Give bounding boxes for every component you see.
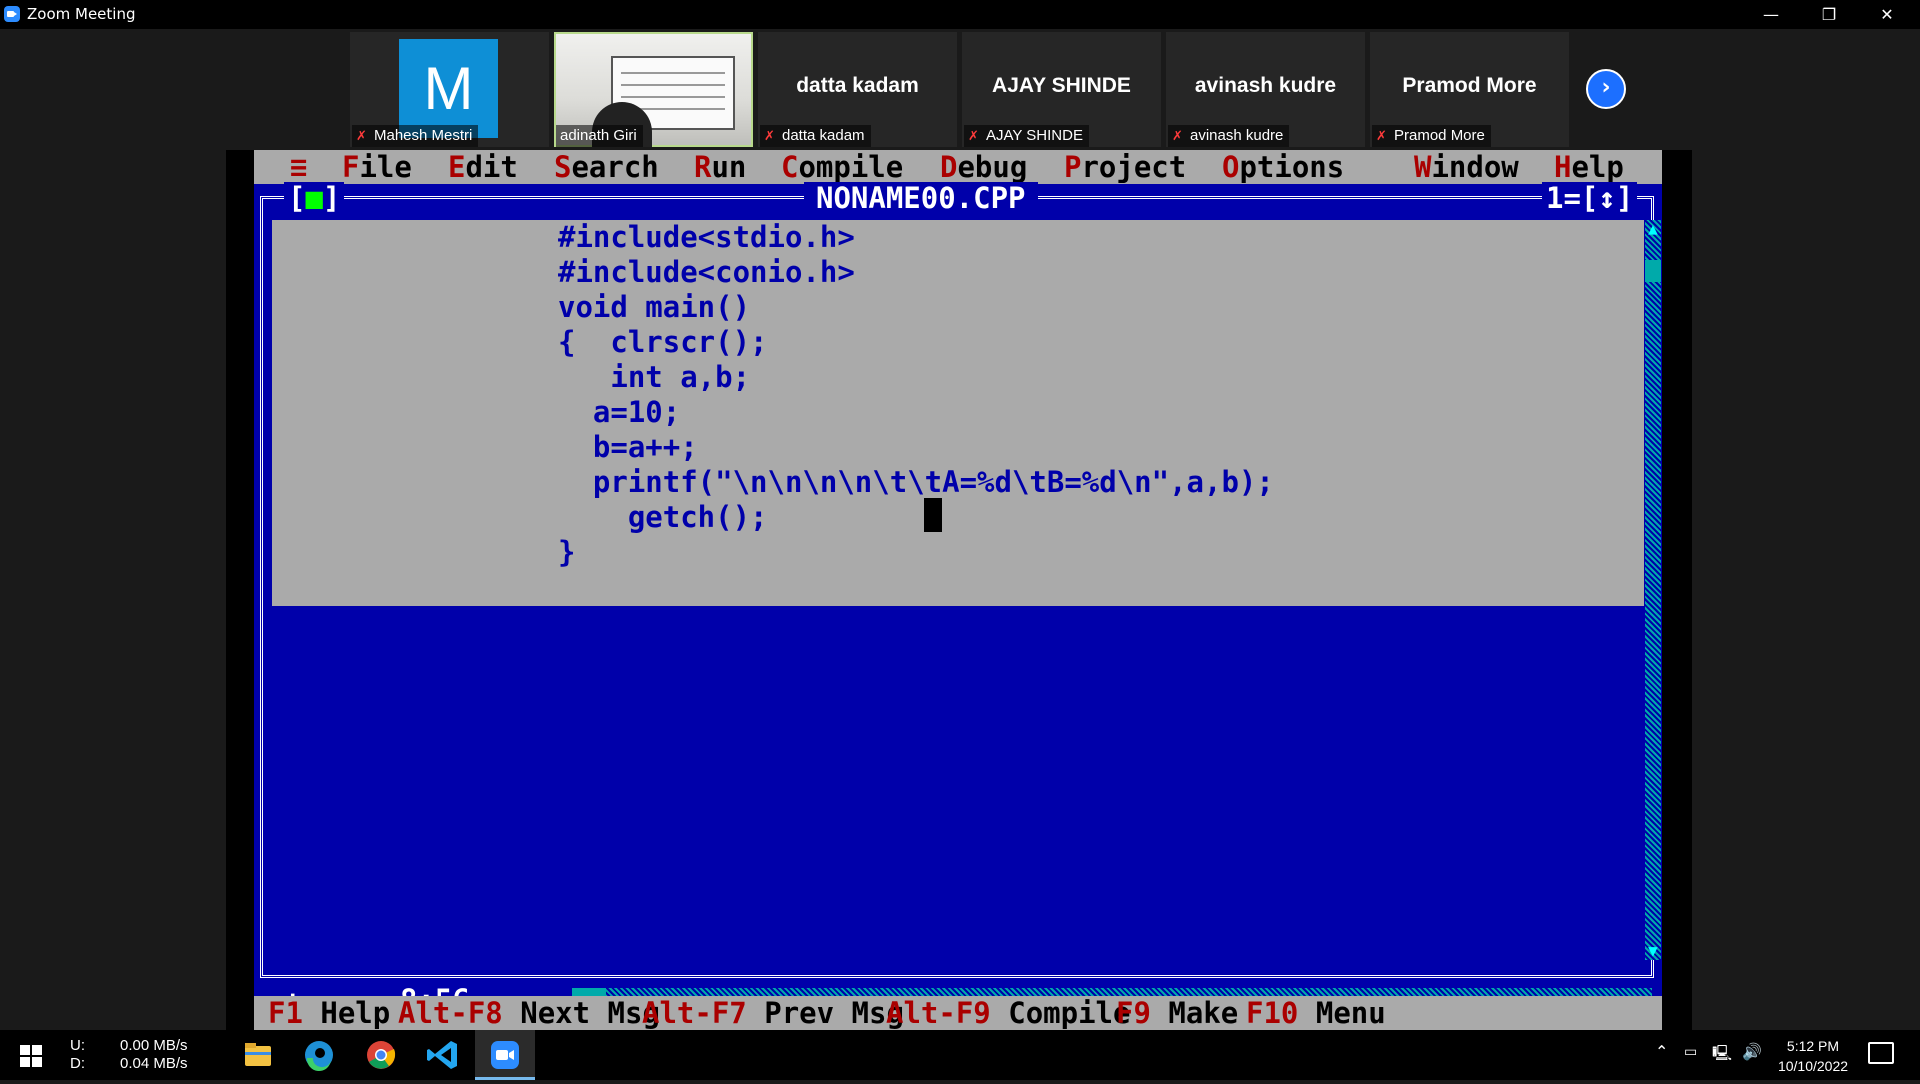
participant-display-name: AJAY SHINDE xyxy=(992,74,1131,97)
code-line: } xyxy=(558,535,576,569)
menu-system[interactable]: ≡ xyxy=(290,150,307,184)
status-make[interactable]: F9 Make xyxy=(1116,996,1238,1030)
turbo-cpp-ide: ≡ File Edit Search Run Compile Debug Pro… xyxy=(254,150,1662,1030)
edge-browser-icon[interactable] xyxy=(289,1030,349,1080)
participant-name-label: adinath Giri xyxy=(556,125,643,147)
editor-window: [■] NONAME00.CPP 1=[↕] #include<stdio.h>… xyxy=(254,181,1662,1016)
vertical-scroll-thumb[interactable] xyxy=(1645,260,1661,282)
notification-center-icon[interactable] xyxy=(1868,1042,1894,1064)
scroll-down-arrow-icon[interactable]: ▼ xyxy=(1645,942,1661,960)
mic-muted-icon: ✗ xyxy=(1376,128,1387,143)
code-editor[interactable]: #include<stdio.h> #include<conio.h> void… xyxy=(272,220,1644,606)
network-icon[interactable]: 🖳 xyxy=(1712,1043,1732,1068)
file-explorer-icon[interactable] xyxy=(227,1030,287,1080)
participant-name-label: ✗ Mahesh Mestri xyxy=(352,125,479,147)
window-title: Zoom Meeting xyxy=(27,5,136,23)
participant-display-name: Pramod More xyxy=(1402,74,1537,97)
menu-compile[interactable]: Compile xyxy=(781,150,903,184)
clock-time: 5:12 PM xyxy=(1786,1038,1840,1054)
code-line: b=a++; xyxy=(558,430,698,464)
windows-start-icon[interactable] xyxy=(0,1030,60,1080)
menu-run[interactable]: Run xyxy=(694,150,746,184)
scroll-up-arrow-icon[interactable]: ▲ xyxy=(1645,220,1661,238)
zoom-app-icon[interactable] xyxy=(475,1030,535,1080)
windows-taskbar: U: 0.00 MB/s D: 0.04 MB/s ⌃ ▭ 🖳 🔊 5:12 PM … xyxy=(0,1030,1920,1080)
mic-muted-icon: ✗ xyxy=(1172,128,1183,143)
mic-muted-icon: ✗ xyxy=(356,128,367,143)
taskbar-clock[interactable]: 5:12 PM 10/10/2022 xyxy=(1770,1036,1856,1076)
menu-help[interactable]: Help xyxy=(1554,150,1624,184)
network-speed-monitor: U: 0.00 MB/s D: 0.04 MB/s xyxy=(70,1037,188,1072)
status-menu[interactable]: F10 Menu xyxy=(1246,996,1386,1030)
menu-edit[interactable]: Edit xyxy=(448,150,518,184)
participant-name-label: ✗ datta kadam xyxy=(760,125,871,147)
participant-tile[interactable]: adinath Giri xyxy=(554,32,753,147)
mic-muted-icon: ✗ xyxy=(764,128,775,143)
participant-tile[interactable]: M ✗ Mahesh Mestri xyxy=(350,32,549,147)
chrome-browser-icon[interactable] xyxy=(351,1030,411,1080)
code-line: void main() xyxy=(558,290,751,324)
next-page-arrow-icon[interactable]: › xyxy=(1586,69,1626,109)
menu-options[interactable]: Options xyxy=(1222,150,1344,184)
code-line: int a,b; xyxy=(558,360,751,394)
show-hidden-icons-chevron-icon[interactable]: ⌃ xyxy=(1655,1042,1668,1061)
status-compile[interactable]: Alt-F9 Compile xyxy=(886,996,1130,1030)
code-line: getch(); xyxy=(558,500,768,534)
ide-menu-bar: ≡ File Edit Search Run Compile Debug Pro… xyxy=(254,150,1662,184)
code-line: a=10; xyxy=(558,395,681,429)
volume-icon[interactable]: 🔊 xyxy=(1742,1042,1762,1061)
battery-icon[interactable]: ▭ xyxy=(1684,1044,1697,1060)
window-number-zoom[interactable]: 1=[↕] xyxy=(1542,182,1638,214)
code-line: #include<stdio.h> xyxy=(558,220,855,254)
participant-tile[interactable]: AJAY SHINDE ✗ AJAY SHINDE xyxy=(962,32,1161,147)
participant-name-label: ✗ AJAY SHINDE xyxy=(964,125,1089,147)
code-line: printf("\n\n\n\n\t\tA=%d\tB=%d\n",a,b); xyxy=(558,465,1274,499)
participant-name-label: ✗ Pramod More xyxy=(1372,125,1491,147)
menu-window[interactable]: Window xyxy=(1414,150,1519,184)
participant-display-name: avinash kudre xyxy=(1194,74,1337,97)
code-line: { clrscr(); xyxy=(558,325,768,359)
restore-button[interactable]: ❐ xyxy=(1800,0,1858,29)
menu-search[interactable]: Search xyxy=(554,150,659,184)
status-next-msg[interactable]: Alt-F8 Next Msg xyxy=(398,996,660,1030)
menu-project[interactable]: Project xyxy=(1064,150,1186,184)
ide-status-bar: F1 Help Alt-F8 Next Msg Alt-F7 Prev Msg … xyxy=(254,996,1662,1030)
text-cursor xyxy=(924,498,942,532)
vscode-icon[interactable] xyxy=(413,1030,473,1080)
window-close-box[interactable]: [■] xyxy=(284,181,345,215)
participant-name-label: ✗ avinash kudre xyxy=(1168,125,1290,147)
participant-display-name: datta kadam xyxy=(796,74,919,97)
participant-tile[interactable]: Pramod More ✗ Pramod More xyxy=(1370,32,1569,147)
minimize-button[interactable]: — xyxy=(1742,0,1800,29)
vertical-scrollbar[interactable]: ▲ ▼ xyxy=(1645,220,1661,960)
menu-file[interactable]: File xyxy=(342,150,412,184)
close-box-icon: ■ xyxy=(305,181,323,215)
zoom-logo-icon xyxy=(4,6,20,22)
menu-debug[interactable]: Debug xyxy=(940,150,1027,184)
status-help[interactable]: F1 Help xyxy=(268,996,390,1030)
close-button[interactable]: ✕ xyxy=(1858,0,1916,29)
avatar: M xyxy=(399,39,498,138)
status-prev-msg[interactable]: Alt-F7 Prev Msg xyxy=(642,996,904,1030)
mic-muted-icon: ✗ xyxy=(968,128,979,143)
participant-tile[interactable]: avinash kudre ✗ avinash kudre xyxy=(1166,32,1365,147)
zoom-title-bar: Zoom Meeting — ❐ ✕ xyxy=(0,0,1920,29)
code-line: #include<conio.h> xyxy=(558,255,855,289)
file-title: NONAME00.CPP xyxy=(804,182,1038,214)
participant-gallery: M ✗ Mahesh Mestri adinath Giri datta kada… xyxy=(0,29,1920,147)
clock-date: 10/10/2022 xyxy=(1777,1058,1849,1074)
participant-tile[interactable]: datta kadam ✗ datta kadam xyxy=(758,32,957,147)
